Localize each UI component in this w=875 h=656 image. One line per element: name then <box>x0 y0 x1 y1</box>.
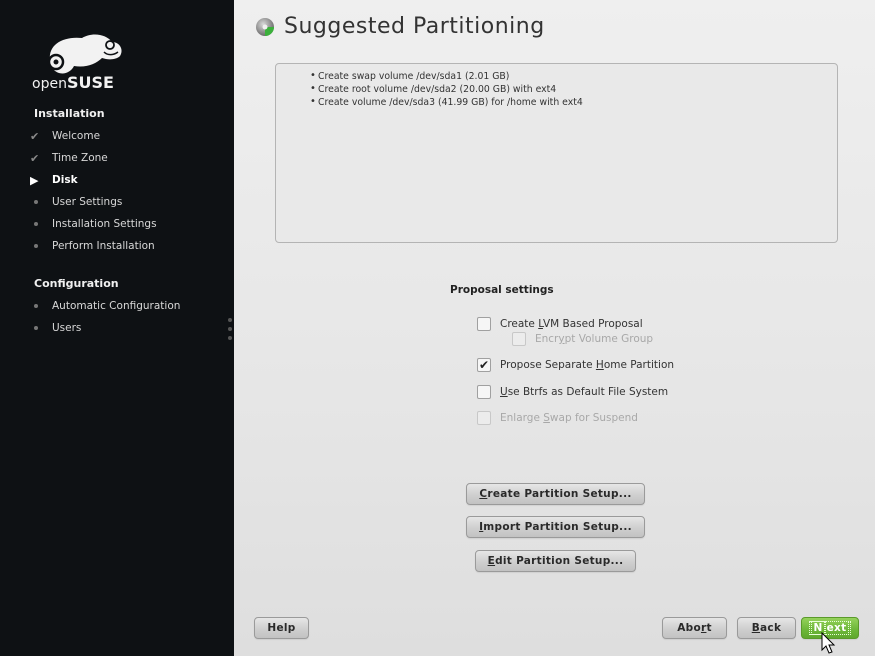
encrypt-volume-group-checkbox[interactable]: Encrypt Volume Group <box>512 332 653 346</box>
title-row: Suggested Partitioning <box>254 14 545 39</box>
logo-text-suse: SUSE <box>67 73 114 92</box>
sidebar-item-label: Welcome <box>52 130 101 142</box>
sidebar-item-time-zone[interactable]: ✔ Time Zone <box>30 149 220 167</box>
section-title-installation: Installation <box>34 107 105 120</box>
bullet-icon <box>34 222 38 226</box>
check-icon: ✔ <box>478 358 490 372</box>
grip-dot-icon <box>227 336 232 340</box>
sidebar-resize-handle[interactable] <box>227 318 232 340</box>
checkbox-label: Enlarge Swap for Suspend <box>500 412 638 424</box>
enlarge-swap-checkbox[interactable]: Enlarge Swap for Suspend <box>477 411 638 425</box>
main-panel: Suggested Partitioning Create swap volum… <box>234 0 875 656</box>
sidebar-item-automatic-configuration[interactable]: Automatic Configuration <box>30 297 220 315</box>
abort-button[interactable]: Abort <box>662 617 727 639</box>
summary-item: Create swap volume /dev/sda1 (2.01 GB) <box>310 69 837 83</box>
partition-summary: Create swap volume /dev/sda1 (2.01 GB) C… <box>275 63 838 243</box>
lvm-proposal-checkbox[interactable]: Create LVM Based Proposal <box>477 317 643 331</box>
sidebar-item-users[interactable]: Users <box>30 319 220 337</box>
sidebar: openSUSE Installation ✔ Welcome ✔ Time Z… <box>0 0 234 656</box>
proposal-settings-title: Proposal settings <box>450 284 554 296</box>
bullet-icon <box>34 200 38 204</box>
disk-icon <box>256 17 274 36</box>
import-partition-setup-button[interactable]: Import Partition Setup... <box>466 516 645 538</box>
sidebar-item-user-settings[interactable]: User Settings <box>30 193 220 211</box>
sidebar-item-label: Users <box>52 322 82 334</box>
opensuse-logo: openSUSE <box>32 34 122 92</box>
checkmark-icon: ✔ <box>30 151 40 165</box>
checkbox-box[interactable] <box>477 385 491 399</box>
sidebar-item-label: Automatic Configuration <box>52 300 181 312</box>
checkbox-label: Create LVM Based Proposal <box>500 318 643 330</box>
bullet-icon <box>34 326 38 330</box>
page-title: Suggested Partitioning <box>284 14 545 39</box>
create-partition-setup-button[interactable]: Create Partition Setup... <box>466 483 645 505</box>
logo-text-open: open <box>32 76 67 92</box>
help-button[interactable]: Help <box>254 617 309 639</box>
bullet-icon <box>34 304 38 308</box>
sidebar-item-label: Disk <box>52 174 78 186</box>
edit-partition-setup-button[interactable]: Edit Partition Setup... <box>475 550 636 572</box>
checkbox-box[interactable] <box>512 332 526 346</box>
section-title-configuration: Configuration <box>34 277 119 290</box>
sidebar-item-perform-installation[interactable]: Perform Installation <box>30 237 220 255</box>
bullet-icon <box>34 244 38 248</box>
grip-dot-icon <box>227 327 232 331</box>
sidebar-item-label: User Settings <box>52 196 123 208</box>
next-button[interactable]: Next <box>801 617 859 639</box>
sidebar-item-label: Perform Installation <box>52 240 155 252</box>
sidebar-item-welcome[interactable]: ✔ Welcome <box>30 127 220 145</box>
checkbox-box[interactable] <box>477 317 491 331</box>
separate-home-checkbox[interactable]: ✔ Propose Separate Home Partition <box>477 358 674 372</box>
checkbox-box[interactable] <box>477 411 491 425</box>
checkbox-label: Encrypt Volume Group <box>535 333 654 345</box>
sidebar-item-installation-settings[interactable]: Installation Settings <box>30 215 220 233</box>
summary-item: Create volume /dev/sda3 (41.99 GB) for /… <box>310 95 837 109</box>
sidebar-item-label: Installation Settings <box>52 218 157 230</box>
summary-item: Create root volume /dev/sda2 (20.00 GB) … <box>310 82 837 96</box>
svg-text:openSUSE: openSUSE <box>32 73 114 92</box>
btrfs-default-checkbox[interactable]: Use Btrfs as Default File System <box>477 385 668 399</box>
checkbox-label: Use Btrfs as Default File System <box>500 386 669 398</box>
sidebar-item-label: Time Zone <box>52 152 108 164</box>
checkmark-icon: ✔ <box>30 129 40 143</box>
back-button[interactable]: Back <box>737 617 796 639</box>
checkbox-label: Propose Separate Home Partition <box>500 359 675 371</box>
current-arrow-icon: ▶ <box>30 173 39 187</box>
sidebar-item-disk[interactable]: ▶ Disk <box>30 171 220 189</box>
grip-dot-icon <box>227 318 232 322</box>
checkbox-box[interactable]: ✔ <box>477 358 491 372</box>
